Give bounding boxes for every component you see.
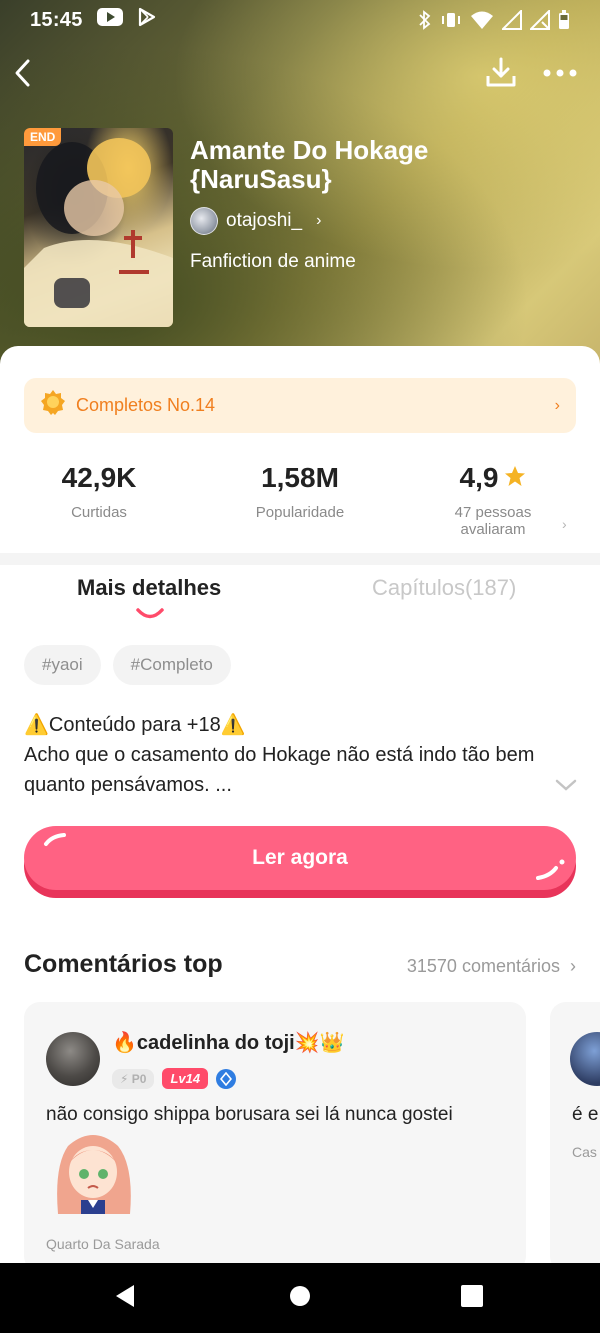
tab-details[interactable]: Mais detalhes [77,575,221,601]
section-divider [0,553,600,565]
comments-count: 31570 comentários [406,956,560,976]
signal-icon [502,10,522,30]
chevron-right-icon: › [554,396,560,414]
tab-chapters[interactable]: Capítulos(187) [372,575,516,601]
back-arrow-icon [13,58,31,93]
chevron-right-icon: › [316,212,322,229]
youtube-icon [96,8,123,32]
read-now-button[interactable]: Ler agora [24,826,576,898]
vibrate-icon [440,11,462,29]
content-warning: ⚠️Conteúdo para +18⚠️ [24,714,246,736]
book-genre: Fanfiction de anime [190,251,356,272]
more-button[interactable] [540,60,580,86]
nav-recents-button[interactable] [432,1263,512,1333]
tag-list: #yaoi #Completo [24,645,231,685]
rank-banner[interactable]: Completos No.14 › [24,378,576,433]
avatar[interactable] [570,1032,600,1086]
comment-username[interactable]: 🔥cadelinha do toji💥👑 [112,1030,345,1055]
author-avatar [190,207,218,235]
likes-value: 42,9K [61,462,137,493]
tab-indicator [136,608,164,619]
comment-card[interactable]: 🔥cadelinha do toji💥👑 ⚡ P0 Lv14 não consi… [24,1002,526,1272]
signal-icon [530,10,550,30]
author-name: otajoshi_ [226,210,303,231]
level-badge: Lv14 [162,1068,209,1089]
description-text: Acho que o casamento do Hokage não está … [24,744,535,796]
read-button-label: Ler agora [252,846,348,869]
rating-stat[interactable]: 4,9 47 pessoas avaliaram [403,462,583,538]
shield-icon [216,1068,237,1089]
popularity-label: Popularidade [255,504,345,521]
chevron-down-icon[interactable] [554,778,578,797]
comments-count-link[interactable]: 31570 comentários › [407,956,576,977]
avatar[interactable] [46,1032,100,1086]
battery-icon [558,10,570,30]
rating-value: 4,9 [459,462,499,493]
nav-back-button[interactable] [85,1263,165,1333]
chevron-right-icon[interactable]: › [562,516,567,532]
author-link[interactable]: otajoshi_ › [190,207,321,235]
comment-text: não consigo shippa borusara sei lá nunca… [46,1104,453,1125]
status-time: 15:45 [30,8,83,31]
comment-card[interactable]: é e Cas [550,1002,600,1272]
triangle-back-icon [113,1283,137,1314]
popularity-stat: 1,58M Popularidade [210,462,390,521]
system-nav-bar [0,1263,600,1333]
medal-icon [40,389,66,422]
book-cover[interactable]: END [24,128,173,327]
rating-label: 47 pessoas avaliaram [454,504,532,538]
chevron-right-icon: › [570,956,576,976]
badge-p0: ⚡ P0 [112,1068,155,1089]
stats-row: 42,9K Curtidas 1,58M Popularidade 4,9 47… [0,462,600,552]
comments-title: Comentários top [24,950,223,978]
back-button[interactable] [8,58,36,92]
comment-book-name[interactable]: Cas [572,1144,597,1160]
download-icon [485,56,517,93]
tab-bar: Mais detalhes Capítulos(187) [0,575,600,625]
circle-home-icon [288,1284,312,1313]
description[interactable]: ⚠️Conteúdo para +18⚠️ Acho que o casamen… [24,710,564,800]
more-dots-icon [543,64,577,82]
star-icon [504,462,526,494]
play-store-icon [137,7,157,33]
nav-home-button[interactable] [260,1263,340,1333]
tag-chip[interactable]: #yaoi [24,645,101,685]
likes-stat: 42,9K Curtidas [9,462,189,521]
user-badges: ⚡ P0 Lv14 [112,1068,237,1089]
comment-text: é e [572,1104,599,1125]
status-bar: 15:45 [0,0,600,40]
sticker-image [48,1126,138,1221]
wifi-icon [470,10,494,30]
square-recents-icon [460,1284,484,1313]
likes-label: Curtidas [71,504,127,521]
cover-art [24,138,173,327]
end-badge: END [24,128,62,146]
comment-book-name[interactable]: Quarto Da Sarada [46,1236,160,1252]
download-button[interactable] [482,56,520,92]
popularity-value: 1,58M [261,462,339,493]
book-title: Amante Do Hokage {NaruSasu} [190,135,429,194]
tag-chip[interactable]: #Completo [112,645,231,685]
rank-label: Completos No.14 [76,395,216,415]
bluetooth-icon [418,10,432,30]
